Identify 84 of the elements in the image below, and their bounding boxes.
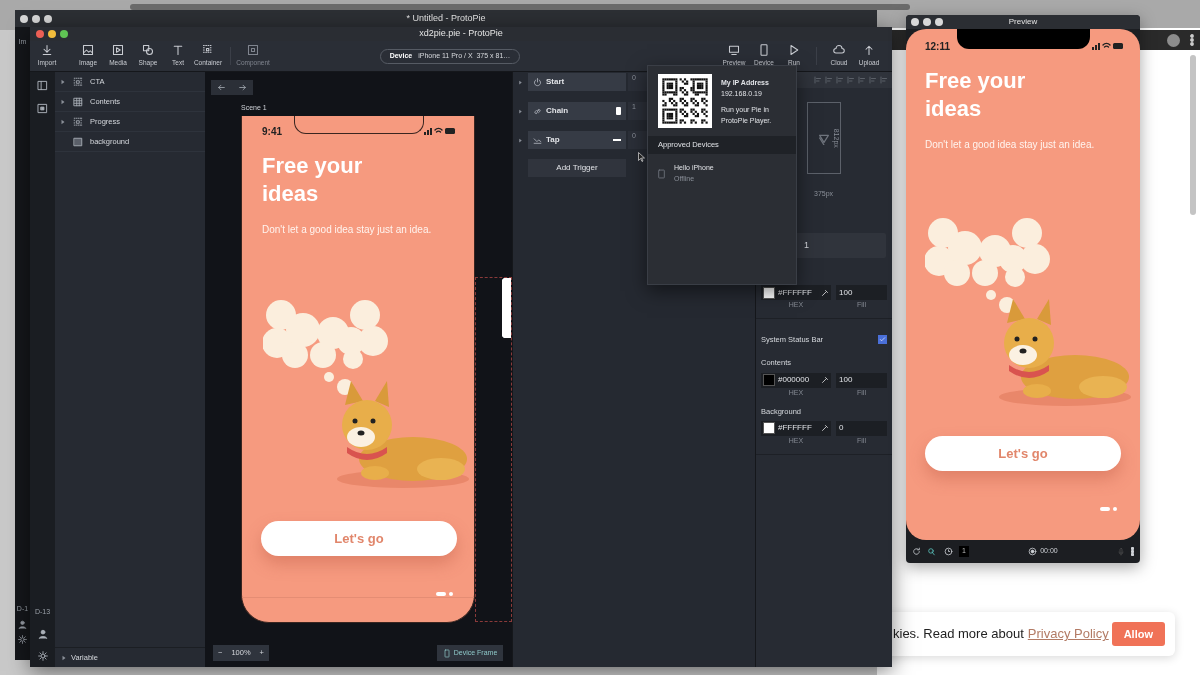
gear-icon xyxy=(18,635,27,644)
window-title: xd2pie.pie - ProtoPie xyxy=(418,27,504,41)
page-indicator xyxy=(436,592,453,596)
gear-icon xyxy=(37,651,48,661)
mic-icon xyxy=(1117,547,1125,556)
status-icons xyxy=(1092,42,1124,50)
text-icon xyxy=(172,44,184,57)
trigger-item[interactable]: Tap xyxy=(528,131,626,149)
fill-field[interactable]: 100 xyxy=(836,285,887,300)
qr-code xyxy=(658,74,712,128)
play-icon xyxy=(788,44,800,57)
window-title: Preview xyxy=(1007,16,1039,28)
image-icon xyxy=(82,44,94,57)
subtitle: Don't let a good idea stay just an idea. xyxy=(925,138,1095,152)
status-icons xyxy=(424,127,456,135)
panel-icon xyxy=(37,80,48,91)
hex-field[interactable]: #FFFFFF xyxy=(761,420,831,436)
eyedropper-icon xyxy=(821,376,829,384)
dotted-grid-icon xyxy=(73,116,83,127)
align-icon xyxy=(858,76,866,84)
minus-icon xyxy=(613,139,621,141)
headline: Free your ideas xyxy=(262,152,364,208)
window-title: * Untitled - ProtoPie xyxy=(405,11,487,25)
align-icon xyxy=(814,76,822,84)
record-icon xyxy=(1028,547,1038,556)
headline: Free your ideas xyxy=(925,67,1027,123)
component-icon xyxy=(247,44,259,57)
upload-icon xyxy=(863,44,875,57)
subtitle: Don't let a good idea stay just an idea. xyxy=(262,223,432,237)
status-bar-checkbox[interactable] xyxy=(878,335,887,345)
eyedropper-icon xyxy=(821,424,829,433)
align-icon xyxy=(836,76,844,84)
caret-icon xyxy=(60,78,66,85)
clock-icon xyxy=(944,547,953,556)
caret-icon xyxy=(60,98,66,105)
align-icon xyxy=(847,76,855,84)
power-icon xyxy=(533,77,542,87)
link-icon xyxy=(533,106,542,116)
chevron-line-icon xyxy=(533,135,542,145)
caret-icon xyxy=(60,118,66,125)
cookie-text: kies. Read more about xyxy=(893,625,1024,644)
add-trigger-button[interactable]: Add Trigger xyxy=(528,159,626,177)
play-icon xyxy=(112,44,124,57)
status-time: 9:41 xyxy=(262,125,282,139)
dotted-grid-icon xyxy=(73,76,83,87)
grid-icon xyxy=(73,96,83,107)
hex-field[interactable]: #FFFFFF xyxy=(761,285,831,300)
caret-icon xyxy=(61,654,67,661)
cloud-icon xyxy=(833,44,845,57)
status-time: 12:11 xyxy=(925,40,951,54)
align-icon xyxy=(825,76,833,84)
shapes-icon xyxy=(142,44,154,57)
fill-field[interactable]: 100 xyxy=(836,372,887,388)
scrollbar[interactable] xyxy=(1190,55,1196,215)
caret-icon xyxy=(518,108,523,114)
phone-icon xyxy=(442,648,451,658)
more-icon xyxy=(1190,34,1194,46)
align-icon xyxy=(869,76,877,84)
component-icon xyxy=(37,103,48,114)
trigger-item[interactable]: Chain xyxy=(528,102,626,120)
align-icon xyxy=(880,76,888,84)
person-icon xyxy=(37,629,48,639)
privacy-policy-link[interactable]: Privacy Policy xyxy=(1027,624,1109,644)
phone-icon xyxy=(657,167,666,180)
person-icon xyxy=(18,620,27,629)
arrow-left-icon xyxy=(217,83,226,92)
fill-field[interactable]: 0 xyxy=(836,420,887,436)
bar-icon xyxy=(616,107,621,115)
square-icon xyxy=(73,136,83,147)
arrow-right-icon xyxy=(238,83,247,92)
caret-icon xyxy=(518,137,523,143)
reload-icon xyxy=(912,547,921,556)
check-icon xyxy=(879,336,886,344)
eyedropper-icon xyxy=(821,288,829,297)
more-icon xyxy=(1131,547,1134,556)
caret-icon xyxy=(518,79,523,85)
cursor-icon xyxy=(638,152,645,162)
avatar[interactable] xyxy=(1167,33,1180,47)
trigger-item[interactable]: Start xyxy=(528,73,626,91)
hex-field[interactable]: #000000 xyxy=(761,372,831,388)
page-indicator xyxy=(1100,507,1117,511)
phone-icon xyxy=(758,44,770,57)
download-icon xyxy=(41,44,53,57)
monitor-icon xyxy=(728,44,740,57)
